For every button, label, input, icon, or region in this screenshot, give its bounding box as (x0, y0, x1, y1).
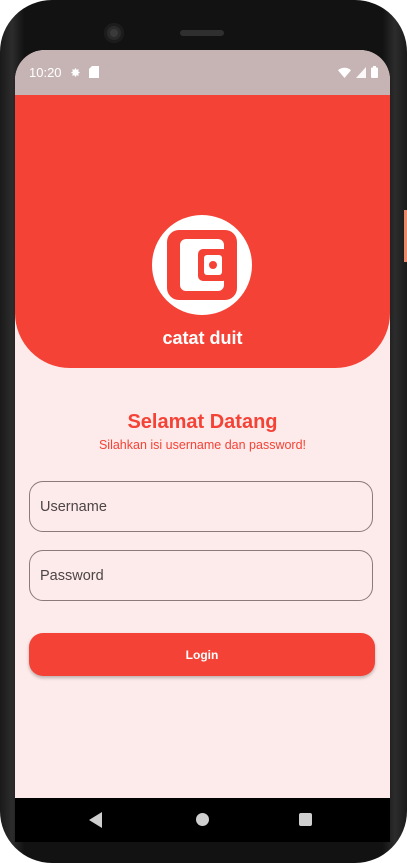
battery-icon (371, 66, 378, 78)
recent-apps-icon[interactable] (299, 813, 312, 826)
status-time: 10:20 (29, 65, 62, 80)
app-screen: 10:20 catat duit Selamat Datang Silahkan… (15, 50, 390, 798)
earpiece-speaker (180, 30, 224, 36)
welcome-subtitle: Silahkan isi username dan password! (98, 438, 307, 452)
front-camera (104, 23, 124, 43)
app-logo (152, 215, 252, 315)
back-icon[interactable] (89, 812, 102, 828)
home-icon[interactable] (196, 813, 209, 826)
app-name: catat duit (162, 328, 243, 348)
phone-frame: 10:20 catat duit Selamat Datang Silahkan… (0, 0, 407, 863)
login-button[interactable]: Login (29, 633, 375, 676)
password-field[interactable] (29, 550, 373, 601)
username-input[interactable] (30, 482, 372, 531)
username-field[interactable] (29, 481, 373, 532)
signal-icon (356, 66, 366, 78)
app-header: catat duit (15, 95, 390, 368)
wallet-icon (167, 230, 237, 300)
wifi-icon (338, 67, 351, 78)
settings-gear-icon (71, 67, 80, 77)
sd-card-icon (89, 66, 99, 78)
status-icons-right (338, 66, 378, 78)
status-icons-left (70, 66, 99, 78)
welcome-title: Selamat Datang (127, 411, 278, 433)
password-input[interactable] (30, 551, 372, 600)
status-bar: 10:20 (15, 50, 390, 95)
system-navigation-bar (15, 798, 390, 842)
